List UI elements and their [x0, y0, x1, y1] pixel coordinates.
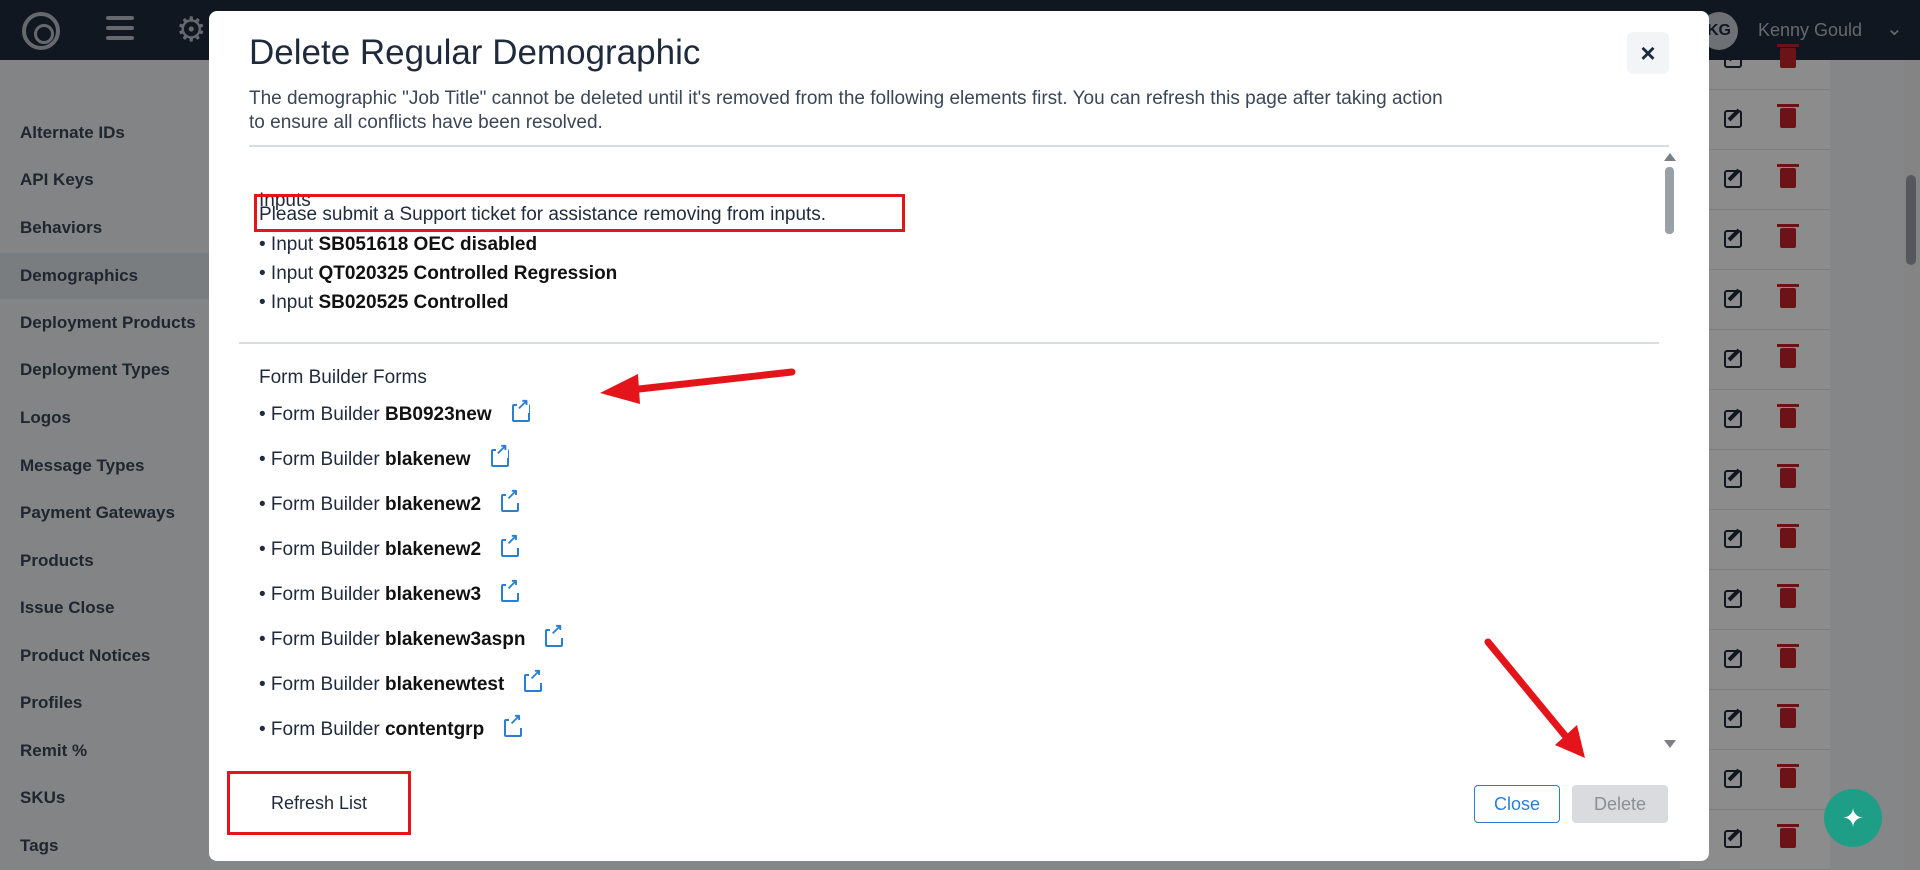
external-link-icon[interactable] — [511, 397, 530, 422]
external-link-icon[interactable] — [501, 577, 520, 602]
list-item: • Form Builder blakenew — [259, 442, 509, 471]
external-link-icon[interactable] — [545, 622, 564, 647]
list-scrollbar[interactable] — [1661, 153, 1679, 753]
close-button[interactable]: Close — [1474, 785, 1560, 823]
list-item: • Form Builder blakenewtest — [259, 667, 543, 696]
divider — [239, 342, 1659, 344]
list-item: • Form Builder blakenew3aspn — [259, 622, 564, 651]
refresh-list-button[interactable]: Refresh List — [227, 771, 411, 835]
list-item: • Form Builder blakenew2 — [259, 487, 520, 516]
list-scrollbar-thumb[interactable] — [1665, 167, 1674, 234]
list-item: • Form Builder BB0923new — [259, 397, 530, 426]
scroll-up-icon[interactable] — [1664, 153, 1676, 161]
list-item: • Input QT020325 Controlled Regression — [259, 263, 618, 284]
external-link-icon[interactable] — [524, 667, 543, 692]
sparkle-icon[interactable]: ✦ — [1824, 789, 1882, 847]
list-item: • Form Builder blakenew3 — [259, 577, 520, 606]
scroll-down-icon[interactable] — [1664, 740, 1676, 748]
support-note: Please submit a Support ticket for assis… — [259, 204, 827, 225]
external-link-icon[interactable] — [504, 712, 523, 737]
forms-section-title: Form Builder Forms — [259, 367, 427, 388]
delete-button[interactable]: Delete — [1572, 785, 1668, 823]
external-link-icon[interactable] — [501, 487, 520, 512]
external-link-icon[interactable] — [501, 532, 520, 557]
conflict-list[interactable]: Inputs Please submit a Support ticket fo… — [239, 156, 1659, 756]
delete-demographic-modal: Delete Regular Demographic × The demogra… — [209, 11, 1709, 861]
list-item: • Input SB051618 OEC disabled — [259, 234, 538, 255]
modal-title: Delete Regular Demographic — [249, 33, 701, 72]
list-item: • Input SB020525 Controlled — [259, 292, 509, 313]
modal-description: The demographic "Job Title" cannot be de… — [249, 88, 1443, 133]
list-item: • Form Builder contentgrp — [259, 712, 523, 741]
divider — [249, 145, 1669, 147]
external-link-icon[interactable] — [490, 442, 509, 467]
list-item: • Form Builder blakenew2 — [259, 532, 520, 561]
close-icon[interactable]: × — [1627, 32, 1669, 74]
